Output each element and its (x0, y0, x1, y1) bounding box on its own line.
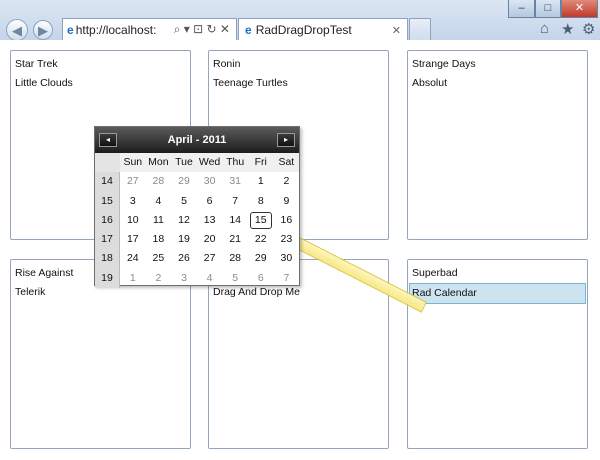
list-item[interactable]: Absolut (408, 74, 587, 93)
calendar-day[interactable]: 1 (120, 269, 146, 288)
list-box-3[interactable]: Strange Days Absolut (407, 50, 588, 240)
calendar-day[interactable]: 21 (222, 230, 248, 249)
calendar-day[interactable]: 27 (197, 249, 223, 268)
list-item[interactable]: Ronin (209, 55, 388, 74)
day-of-week-header: Fri (247, 153, 274, 173)
calendar-day[interactable]: 4 (146, 192, 172, 211)
list-item[interactable]: Superbad (408, 264, 587, 283)
calendar-title[interactable]: April - 2011 (95, 134, 299, 146)
next-month-button[interactable]: ▸ (277, 133, 295, 147)
calendar-day[interactable]: 18 (146, 230, 172, 249)
week-number[interactable]: 17 (95, 230, 120, 250)
calendar-day[interactable]: 28 (222, 249, 248, 268)
calendar-day[interactable]: 4 (197, 269, 223, 288)
calendar-grid: Sun Mon Tue Wed Thu Fri Sat 14 27 28 29 30 31 1 2 15 3 4 5… (95, 153, 300, 289)
minimize-button[interactable]: – (508, 0, 535, 18)
new-tab-button[interactable] (409, 18, 431, 41)
calendar-day[interactable]: 6 (197, 192, 223, 211)
calendar-day[interactable]: 5 (222, 269, 248, 288)
back-arrow-icon: ◀ (12, 22, 22, 38)
calendar-corner (95, 153, 120, 173)
calendar-day-today[interactable]: 15 (249, 211, 272, 229)
day-of-week-header: Sun (120, 153, 146, 173)
calendar-day[interactable]: 10 (120, 211, 146, 230)
calendar-day[interactable]: 12 (171, 211, 197, 230)
favorites-star-icon[interactable]: ★ (561, 20, 574, 38)
day-of-week-header: Tue (171, 153, 197, 173)
calendar-day[interactable]: 23 (274, 230, 300, 249)
list-item[interactable]: Teenage Turtles (209, 74, 388, 93)
back-button[interactable]: ◀ (6, 19, 28, 41)
day-of-week-header: Mon (145, 153, 172, 173)
list-item-selected[interactable]: Rad Calendar (409, 283, 586, 304)
list-item[interactable]: Little Clouds (11, 74, 190, 93)
calendar-day[interactable]: 3 (120, 192, 146, 211)
calendar-day[interactable]: 24 (120, 249, 146, 268)
calendar-day[interactable]: 30 (274, 249, 300, 268)
calendar-day[interactable]: 11 (146, 211, 172, 230)
calendar-day[interactable]: 2 (274, 172, 300, 191)
list-box-6[interactable]: Superbad Rad Calendar (407, 259, 588, 449)
calendar-day[interactable]: 30 (197, 172, 223, 191)
home-icon[interactable]: ⌂ (540, 20, 549, 37)
day-of-week-header: Wed (196, 153, 223, 173)
week-number[interactable]: 15 (95, 191, 120, 211)
calendar-day[interactable]: 2 (146, 269, 172, 288)
list-item[interactable]: Star Trek (11, 55, 190, 74)
tab-title: RadDragDropTest (255, 23, 352, 37)
browser-chrome: ◀ ▶ e http://localhost: ⌕ ▾ ⊡ ↻ ✕ e RadD… (0, 0, 600, 41)
calendar-day[interactable]: 1 (248, 172, 274, 191)
calendar-day[interactable]: 6 (248, 269, 274, 288)
ie-tab-icon: e (245, 23, 252, 37)
calendar-day[interactable]: 5 (171, 192, 197, 211)
day-of-week-header: Sat (273, 153, 300, 173)
forward-button[interactable]: ▶ (33, 20, 53, 40)
maximize-button[interactable]: □ (535, 0, 561, 18)
address-bar[interactable]: e http://localhost: ⌕ ▾ ⊡ ↻ ✕ (62, 18, 237, 41)
ie-page-icon: e (67, 22, 74, 37)
calendar-day[interactable]: 7 (274, 269, 300, 288)
calendar-day[interactable]: 17 (120, 230, 146, 249)
calendar-day[interactable]: 22 (248, 230, 274, 249)
calendar-header: ◂ April - 2011 ▸ (95, 127, 299, 153)
tab-raddragdroptest[interactable]: e RadDragDropTest ✕ (238, 18, 408, 41)
calendar-day[interactable]: 3 (171, 269, 197, 288)
calendar-day[interactable]: 8 (248, 192, 274, 211)
calendar-day[interactable]: 14 (222, 211, 248, 230)
calendar-day[interactable]: 28 (146, 172, 172, 191)
calendar-day[interactable]: 13 (197, 211, 223, 230)
calendar-day[interactable]: 16 (274, 211, 300, 230)
address-controls[interactable]: ⌕ ▾ ⊡ ↻ ✕ (174, 22, 230, 37)
address-url[interactable]: http://localhost: (76, 23, 171, 37)
calendar-day[interactable]: 31 (222, 172, 248, 191)
close-window-button[interactable]: ✕ (561, 0, 598, 18)
day-of-week-header: Thu (222, 153, 248, 173)
tab-close-icon[interactable]: ✕ (392, 24, 401, 37)
calendar-day[interactable]: 25 (146, 249, 172, 268)
calendar-day[interactable]: 19 (171, 230, 197, 249)
calendar-day[interactable]: 7 (222, 192, 248, 211)
week-number[interactable]: 18 (95, 249, 120, 269)
calendar-day[interactable]: 27 (120, 172, 146, 191)
week-number[interactable]: 19 (95, 268, 120, 289)
calendar-day[interactable]: 20 (197, 230, 223, 249)
calendar-day[interactable]: 26 (171, 249, 197, 268)
calendar-day[interactable]: 9 (274, 192, 300, 211)
forward-arrow-icon: ▶ (38, 22, 48, 38)
calendar-day[interactable]: 29 (248, 249, 274, 268)
week-number[interactable]: 16 (95, 210, 120, 231)
list-item[interactable]: Strange Days (408, 55, 587, 74)
rad-calendar[interactable]: ◂ April - 2011 ▸ Sun Mon Tue Wed Thu Fri Sat 14… (94, 126, 300, 289)
calendar-day[interactable]: 29 (171, 172, 197, 191)
gear-icon[interactable]: ⚙ (582, 20, 595, 38)
week-number[interactable]: 14 (95, 172, 120, 192)
